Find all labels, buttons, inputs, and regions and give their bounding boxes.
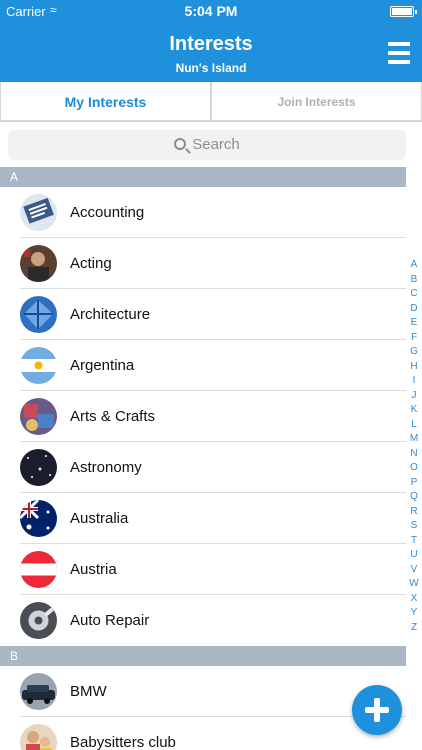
list-item-label: Australia [70, 510, 129, 527]
index-letter[interactable]: S [406, 519, 422, 534]
list-item-label: Arts & Crafts [70, 408, 156, 425]
index-letter[interactable]: A [406, 258, 422, 273]
tab-join-interests[interactable]: Join Interests [211, 82, 422, 121]
list-item-label: Astronomy [70, 459, 142, 476]
index-letter[interactable]: G [406, 345, 422, 360]
list-item[interactable]: Arts & Crafts [0, 391, 406, 442]
list-item[interactable]: Australia [0, 493, 406, 544]
accounting-icon [20, 194, 57, 231]
index-letter[interactable]: X [406, 592, 422, 607]
babysitters-icon [20, 724, 57, 750]
index-letter[interactable]: K [406, 403, 422, 418]
page-title: Interests [169, 33, 253, 55]
index-letter[interactable]: Y [406, 606, 422, 621]
tab-my-interests[interactable]: My Interests [0, 82, 211, 121]
list-item[interactable]: Astronomy [0, 442, 406, 493]
section-header-b: B [0, 646, 406, 666]
index-letter[interactable]: B [406, 273, 422, 288]
index-letter[interactable]: I [406, 374, 422, 389]
index-letter[interactable]: P [406, 476, 422, 491]
index-letter[interactable]: L [406, 418, 422, 433]
list-item[interactable]: Auto Repair [0, 595, 406, 646]
index-letter[interactable]: H [406, 360, 422, 375]
index-letter[interactable]: Z [406, 621, 422, 636]
battery-icon [390, 6, 417, 17]
index-letter[interactable]: E [406, 316, 422, 331]
index-letter[interactable]: U [406, 548, 422, 563]
list-item-label: Austria [70, 561, 117, 578]
add-interest-button[interactable] [352, 685, 402, 735]
list-item-label: Auto Repair [70, 612, 150, 629]
list-item-label: Babysitters club [70, 734, 176, 750]
index-letter[interactable]: O [406, 461, 422, 476]
list-item-label: Accounting [70, 204, 145, 221]
list-item[interactable]: Argentina [0, 340, 406, 391]
list-item-label: BMW [70, 683, 107, 700]
index-letter[interactable]: C [406, 287, 422, 302]
list-item-label: Argentina [70, 357, 135, 374]
search-icon [174, 138, 187, 150]
architecture-icon [20, 296, 57, 333]
index-letter[interactable]: T [406, 534, 422, 549]
index-letter[interactable]: M [406, 432, 422, 447]
index-letter[interactable]: W [406, 577, 422, 592]
list-item-label: Architecture [70, 306, 151, 323]
search-bar: Search [0, 123, 422, 167]
status-bar: Carrier ≈ 5:04 PM [0, 0, 422, 22]
auto-repair-icon [20, 602, 57, 639]
search-placeholder: Search [192, 136, 240, 153]
bmw-icon [20, 673, 57, 710]
list-item[interactable]: Acting [0, 238, 406, 289]
index-letter[interactable]: D [406, 302, 422, 317]
austria-flag-icon [20, 551, 57, 588]
tab-bar: My Interests Join Interests [0, 82, 422, 122]
status-time: 5:04 PM [184, 3, 238, 19]
hamburger-menu-icon[interactable] [388, 42, 410, 66]
section-index[interactable]: A B C D E F G H I J K L M N O P Q R S T … [406, 258, 422, 635]
index-letter[interactable]: R [406, 505, 422, 520]
list-item-label: Acting [70, 255, 112, 272]
page-subtitle: Nun's Island [175, 61, 247, 75]
list-item[interactable]: Accounting [0, 187, 406, 238]
list-item[interactable]: BMW [0, 666, 406, 717]
list-item[interactable]: Babysitters club [0, 717, 406, 750]
list-item[interactable]: Architecture [0, 289, 406, 340]
index-letter[interactable]: V [406, 563, 422, 578]
section-header-a: A [0, 167, 406, 187]
astronomy-icon [20, 449, 57, 486]
nav-header: Carrier ≈ 5:04 PM Interests Nun's Island [0, 0, 422, 82]
australia-flag-icon [20, 500, 57, 537]
arts-crafts-icon [20, 398, 57, 435]
acting-icon [20, 245, 57, 282]
index-letter[interactable]: J [406, 389, 422, 404]
index-letter[interactable]: Q [406, 490, 422, 505]
index-letter[interactable]: N [406, 447, 422, 462]
list-item[interactable]: Austria [0, 544, 406, 595]
search-input[interactable]: Search [8, 130, 406, 160]
argentina-flag-icon [20, 347, 57, 384]
index-letter[interactable]: F [406, 331, 422, 346]
